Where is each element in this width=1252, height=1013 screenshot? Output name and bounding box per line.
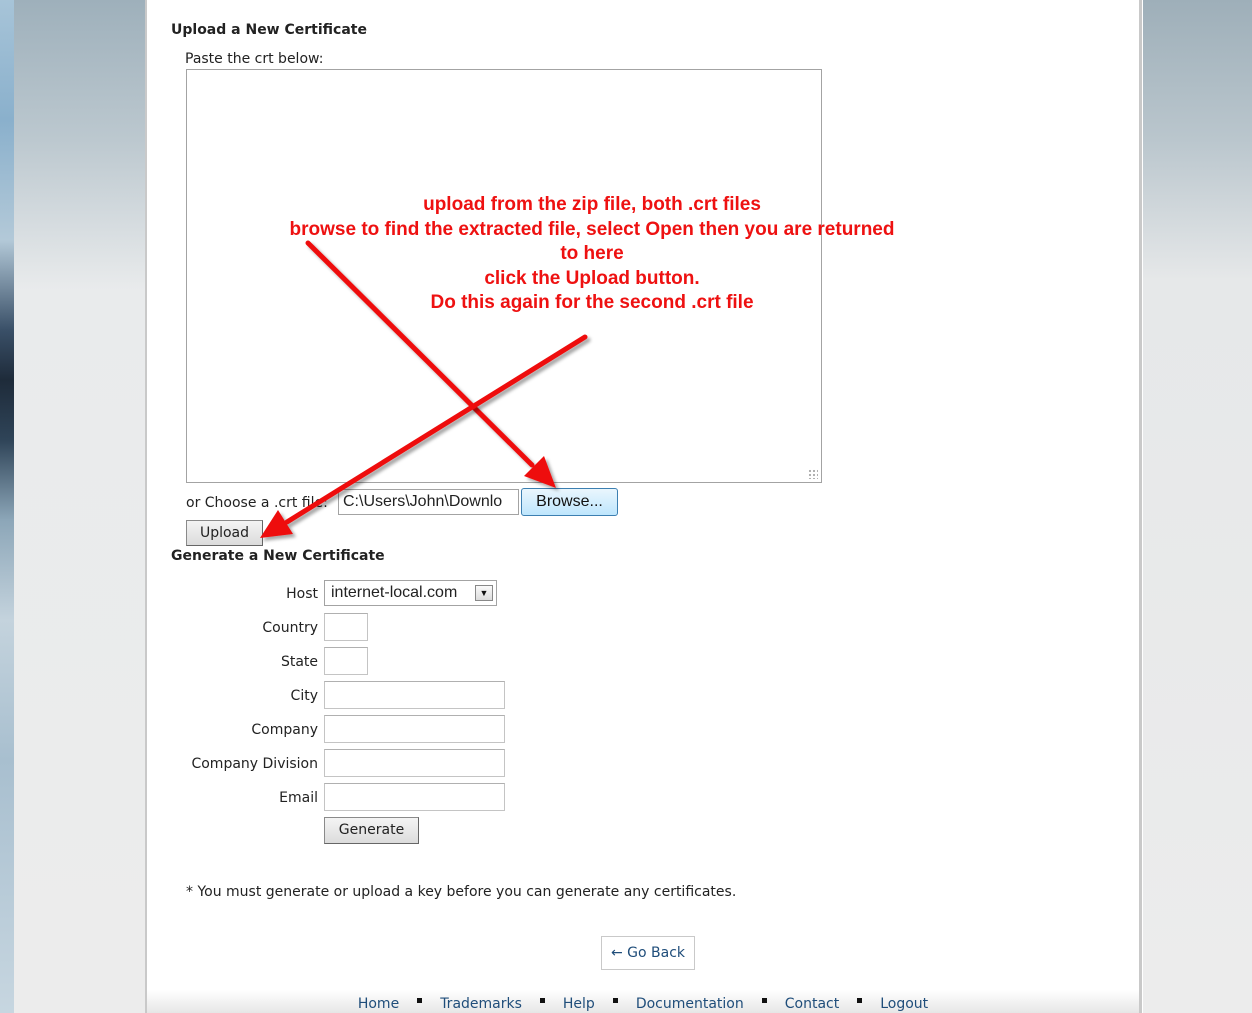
- email-label: Email: [279, 790, 318, 806]
- footer-separator: [761, 998, 767, 1003]
- footer-link-help[interactable]: Help: [563, 996, 595, 1012]
- city-label: City: [290, 688, 318, 704]
- background-left-edge: [0, 0, 14, 1013]
- footer-link-trademarks[interactable]: Trademarks: [440, 996, 522, 1012]
- footer-link-home[interactable]: Home: [358, 996, 399, 1012]
- footer-separator: [539, 998, 545, 1003]
- footer-link-logout[interactable]: Logout: [880, 996, 928, 1012]
- footer-link-documentation[interactable]: Documentation: [636, 996, 744, 1012]
- browse-button[interactable]: Browse...: [521, 488, 618, 516]
- host-select[interactable]: internet-local.com ▼: [324, 580, 497, 606]
- annotation-line: to here: [560, 243, 624, 265]
- generate-button[interactable]: Generate: [324, 817, 419, 844]
- host-select-value: internet-local.com: [331, 584, 458, 601]
- company-division-label: Company Division: [191, 756, 318, 772]
- footer-separator: [612, 998, 618, 1003]
- annotation-text: upload from the zip file, both .crt file…: [252, 193, 932, 316]
- company-field[interactable]: [324, 715, 505, 743]
- city-field[interactable]: [324, 681, 505, 709]
- background-right: [1143, 0, 1252, 1013]
- resize-grip-icon[interactable]: [808, 469, 818, 479]
- footer-separator: [857, 998, 863, 1003]
- annotation-line: click the Upload button.: [484, 267, 700, 289]
- host-label: Host: [286, 586, 318, 602]
- panel-border-right: [1139, 0, 1142, 1013]
- go-back-button[interactable]: ← Go Back: [601, 936, 695, 970]
- panel-border-left: [145, 0, 147, 1013]
- company-division-field[interactable]: [324, 749, 505, 777]
- generate-section-title: Generate a New Certificate: [171, 548, 385, 564]
- annotation-line: browse to find the extracted file, selec…: [289, 218, 895, 240]
- company-label: Company: [251, 722, 318, 738]
- state-label: State: [280, 654, 318, 670]
- background-left: [0, 0, 145, 1013]
- state-field[interactable]: [324, 647, 368, 675]
- footer-link-contact[interactable]: Contact: [785, 996, 839, 1012]
- footer-nav: Home Trademarks Help Documentation Contact Lo…: [147, 996, 1139, 1012]
- upload-section-title: Upload a New Certificate: [171, 22, 367, 38]
- chevron-down-icon[interactable]: ▼: [475, 585, 493, 601]
- crt-file-input[interactable]: C:\Users\John\Downlo: [338, 489, 519, 515]
- country-label: Country: [262, 620, 318, 636]
- country-field[interactable]: [324, 613, 368, 641]
- annotation-line: Do this again for the second .crt file: [430, 292, 754, 314]
- paste-crt-label: Paste the crt below:: [185, 51, 324, 67]
- footnote: * You must generate or upload a key befo…: [186, 884, 737, 900]
- choose-crt-label: or Choose a .crt file:: [186, 495, 328, 511]
- annotation-line: upload from the zip file, both .crt file…: [423, 194, 761, 215]
- upload-button[interactable]: Upload: [186, 520, 263, 546]
- email-field[interactable]: [324, 783, 505, 811]
- footer-separator: [417, 998, 423, 1003]
